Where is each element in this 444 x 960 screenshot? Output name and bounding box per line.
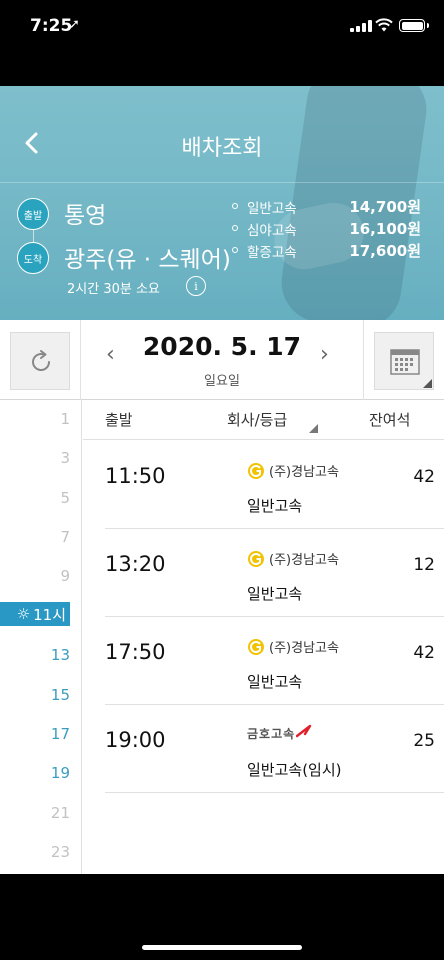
hour-item[interactable]: 3	[0, 449, 70, 467]
fare-list: 일반고속 14,700원 심야고속 16,100원 할증고속 17,600원	[232, 197, 424, 263]
hour-item[interactable]: 13	[0, 646, 70, 664]
column-header-time: 출발	[105, 411, 133, 429]
header: 배차조회 출발 통영 도착 광주(유 · 스퀘어) 2시간 30분 소요 i 일…	[0, 86, 444, 320]
wifi-icon	[375, 18, 393, 32]
departure-time: 11:50	[105, 464, 166, 488]
company: 금호고속	[247, 724, 312, 742]
company: (주)경남고속	[247, 549, 339, 568]
departure-city: 통영	[64, 203, 107, 229]
bus-grade: 일반고속	[247, 673, 303, 691]
bullet-icon	[232, 225, 238, 231]
gyeongnam-logo-icon	[248, 462, 264, 479]
column-header-seats: 잔여석	[369, 411, 411, 429]
divider	[0, 182, 444, 183]
remaining-seats: 42	[413, 467, 435, 487]
trip-duration: 2시간 30분 소요	[67, 282, 160, 297]
bus-grade: 일반고속	[247, 497, 303, 515]
schedule-list: 출발 회사/등급 잔여석 11:50 (주)경남고속 일반고속 42 13:20…	[83, 400, 444, 874]
hour-item[interactable]: 7	[0, 528, 70, 546]
hour-item[interactable]: 5	[0, 489, 70, 507]
selected-weekday: 일요일	[204, 374, 240, 389]
kumho-logo-icon	[296, 724, 312, 737]
hour-item[interactable]: 15	[0, 686, 70, 704]
remaining-seats: 42	[413, 643, 435, 663]
divider	[80, 320, 81, 400]
app-screen: 배차조회 출발 통영 도착 광주(유 · 스퀘어) 2시간 30분 소요 i 일…	[0, 86, 444, 874]
refresh-button[interactable]	[10, 332, 70, 390]
home-indicator[interactable]	[142, 945, 302, 950]
hour-item[interactable]: 17	[0, 725, 70, 743]
departure-time: 13:20	[105, 552, 166, 576]
hour-item[interactable]: 19	[0, 764, 70, 782]
departure-time: 17:50	[105, 640, 166, 664]
bus-grade: 일반고속	[247, 585, 303, 603]
fare-price: 17,600원	[349, 242, 421, 260]
hour-index: 1 3 5 7 9 ☼ 11시 13 15 17 19 21 23	[0, 400, 82, 874]
selected-date: 2020. 5. 17	[142, 332, 302, 361]
fare-price: 14,700원	[349, 198, 421, 216]
sort-icon[interactable]	[309, 424, 318, 433]
arrival-city: 광주(유 · 스퀘어)	[64, 247, 231, 273]
remaining-seats: 12	[413, 555, 435, 575]
hour-item[interactable]: 9	[0, 567, 70, 585]
arrival-badge: 도착	[17, 242, 49, 274]
hour-item[interactable]: 1	[0, 410, 70, 428]
schedule-row[interactable]: 19:00 금호고속 일반고속(임시) 25	[105, 705, 444, 793]
cellular-signal-icon	[350, 20, 372, 32]
departure-time: 19:00	[105, 728, 166, 752]
prev-date-button[interactable]: ‹	[106, 342, 115, 367]
company-name: (주)경남고속	[269, 641, 339, 656]
hour-item[interactable]: 21	[0, 804, 70, 822]
gyeongnam-logo-icon	[248, 550, 264, 567]
status-bar: 7:25 ➚	[0, 0, 444, 54]
calendar-icon	[390, 349, 420, 375]
fare-name: 심야고속	[247, 223, 297, 239]
remaining-seats: 25	[413, 731, 435, 751]
sun-icon: ☼	[16, 605, 31, 623]
calendar-button[interactable]	[374, 332, 434, 390]
refresh-icon	[32, 350, 50, 371]
battery-icon	[399, 19, 429, 32]
corner-marker	[423, 379, 432, 388]
fare-name: 일반고속	[247, 201, 297, 217]
gyeongnam-logo-icon	[248, 638, 264, 655]
date-selector: ‹ 2020. 5. 17 일요일 ›	[0, 320, 444, 400]
company-name: 금호고속	[247, 727, 296, 741]
bullet-icon	[232, 247, 238, 253]
fare-row: 할증고속 17,600원	[232, 241, 424, 263]
fare-price: 16,100원	[349, 220, 421, 238]
bus-grade: 일반고속(임시)	[247, 761, 342, 779]
company-name: (주)경남고속	[269, 465, 339, 480]
bullet-icon	[232, 203, 238, 209]
hour-item[interactable]: 23	[0, 843, 70, 861]
fare-row: 심야고속 16,100원	[232, 219, 424, 241]
fare-name: 할증고속	[247, 245, 297, 261]
divider	[363, 320, 364, 400]
column-header-company[interactable]: 회사/등급	[227, 409, 287, 430]
page-title: 배차조회	[181, 136, 263, 161]
status-time: 7:25	[30, 16, 73, 36]
schedule-row[interactable]: 17:50 (주)경남고속 일반고속 42	[105, 617, 444, 705]
current-hour-label: 11시	[33, 605, 66, 624]
schedule-row[interactable]: 13:20 (주)경남고속 일반고속 12	[105, 529, 444, 617]
departure-badge: 출발	[17, 198, 49, 230]
list-header: 출발 회사/등급 잔여석	[83, 400, 444, 440]
schedule-row[interactable]: 11:50 (주)경남고속 일반고속 42	[105, 441, 444, 529]
info-icon[interactable]: i	[186, 276, 206, 296]
next-date-button[interactable]: ›	[320, 342, 329, 367]
company: (주)경남고속	[247, 637, 339, 656]
current-hour[interactable]: ☼ 11시	[0, 602, 70, 626]
company-name: (주)경남고속	[269, 553, 339, 568]
location-arrow-icon: ➚	[69, 17, 80, 32]
fare-row: 일반고속 14,700원	[232, 197, 424, 219]
company: (주)경남고속	[247, 461, 339, 480]
